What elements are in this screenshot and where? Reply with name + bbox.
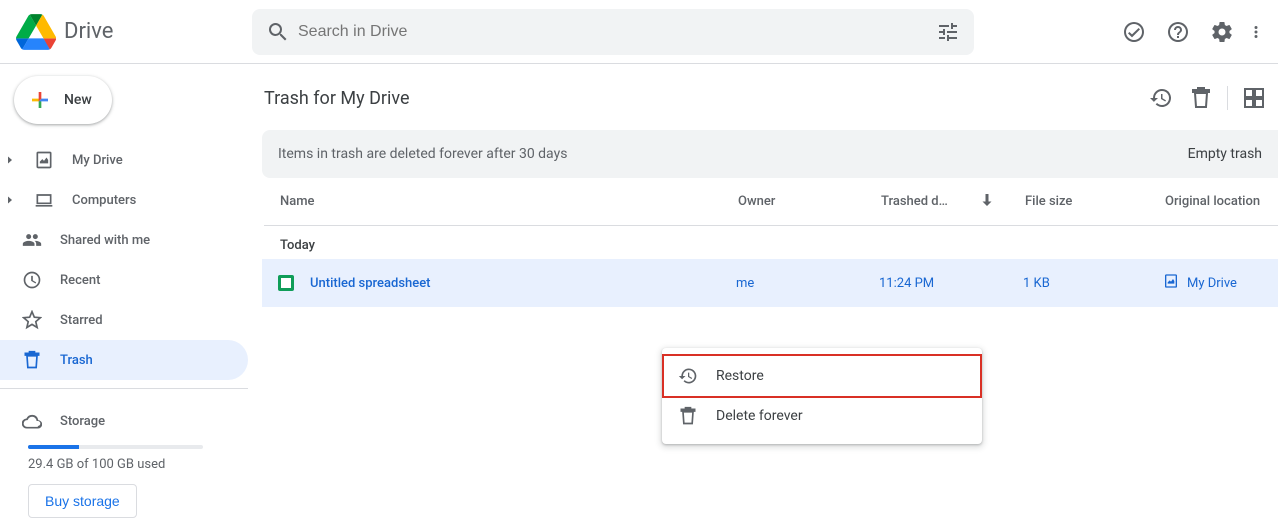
- sidebar-item-shared[interactable]: Shared with me: [0, 220, 248, 260]
- topbar-right: [1114, 12, 1266, 52]
- file-trashed-date: 11:24 PM: [879, 276, 1023, 291]
- computers-icon: [32, 190, 56, 210]
- sidebar-item-label: Trash: [60, 353, 93, 368]
- file-name-cell[interactable]: Untitled spreadsheet: [278, 275, 736, 291]
- trash-icon: [678, 406, 698, 426]
- shared-icon: [20, 230, 44, 250]
- search-input[interactable]: [298, 23, 928, 41]
- my-drive-icon: [32, 150, 56, 170]
- chevron-right-icon[interactable]: [4, 194, 16, 206]
- offline-status-icon[interactable]: [1114, 12, 1154, 52]
- empty-trash-button[interactable]: Empty trash: [1188, 146, 1262, 162]
- col-owner[interactable]: Owner: [738, 194, 881, 209]
- divider: [1227, 86, 1228, 110]
- menu-item-delete-forever[interactable]: Delete forever: [662, 396, 982, 436]
- sheets-icon: [278, 275, 294, 291]
- search-icon[interactable]: [258, 12, 298, 52]
- page-title: Trash for My Drive: [264, 88, 410, 109]
- sidebar-item-label: Computers: [72, 193, 136, 208]
- chevron-right-icon[interactable]: [4, 154, 16, 166]
- search-bar[interactable]: [252, 9, 974, 55]
- row-group-label: Today: [264, 226, 1278, 259]
- top-bar: Drive: [0, 0, 1278, 64]
- file-name: Untitled spreadsheet: [310, 276, 431, 291]
- trash-icon: [20, 350, 44, 370]
- sidebar-item-label: Recent: [60, 273, 100, 288]
- sidebar-item-storage[interactable]: Storage: [0, 401, 248, 441]
- more-vertical-icon[interactable]: [1246, 12, 1266, 52]
- trash-notice: Items in trash are deleted forever after…: [262, 130, 1278, 178]
- restore-icon: [678, 366, 698, 386]
- main-content: Trash for My Drive Items in trash are de…: [256, 64, 1278, 531]
- star-icon: [20, 310, 44, 330]
- file-original-location[interactable]: My Drive: [1163, 273, 1278, 293]
- notice-text: Items in trash are deleted forever after…: [278, 146, 567, 162]
- sidebar-item-recent[interactable]: Recent: [0, 260, 248, 300]
- sidebar-item-label: My Drive: [72, 153, 123, 168]
- sidebar-item-trash[interactable]: Trash: [0, 340, 248, 380]
- storage-usage-text: 29.4 GB of 100 GB used: [28, 457, 248, 472]
- empty-trash-icon[interactable]: [1181, 78, 1221, 118]
- sort-descending-icon[interactable]: [978, 191, 996, 213]
- my-drive-icon: [1163, 273, 1179, 293]
- context-menu: Restore Delete forever: [662, 348, 982, 444]
- grid-view-icon[interactable]: [1234, 78, 1274, 118]
- sidebar-item-label: Starred: [60, 313, 103, 328]
- storage-bar[interactable]: [28, 445, 248, 449]
- col-size[interactable]: File size: [1025, 194, 1165, 209]
- sidebar: New My Drive Computers Shared with me Re…: [0, 64, 256, 531]
- new-button-label: New: [64, 92, 92, 108]
- col-name[interactable]: Name: [280, 194, 738, 209]
- product-name: Drive: [64, 19, 113, 44]
- sidebar-item-my-drive[interactable]: My Drive: [0, 140, 248, 180]
- logo-area[interactable]: Drive: [16, 12, 252, 52]
- sidebar-item-starred[interactable]: Starred: [0, 300, 248, 340]
- new-button[interactable]: New: [14, 76, 112, 124]
- help-icon[interactable]: [1158, 12, 1198, 52]
- table-header: Name Owner Trashed d… File size Original…: [264, 178, 1278, 226]
- sidebar-item-label: Shared with me: [60, 233, 150, 248]
- col-orig[interactable]: Original location: [1165, 194, 1278, 209]
- recent-clock-icon: [20, 270, 44, 290]
- menu-item-restore[interactable]: Restore: [662, 354, 982, 398]
- sidebar-item-label: Storage: [60, 414, 105, 429]
- col-trashed[interactable]: Trashed d…: [881, 191, 1025, 213]
- search-options-icon[interactable]: [928, 12, 968, 52]
- file-owner: me: [736, 276, 879, 291]
- restore-history-icon[interactable]: [1141, 78, 1181, 118]
- divider: [0, 388, 248, 389]
- cloud-icon: [20, 411, 44, 431]
- title-actions: [1141, 78, 1278, 118]
- buy-storage-button[interactable]: Buy storage: [28, 484, 137, 518]
- settings-gear-icon[interactable]: [1202, 12, 1242, 52]
- plus-icon: [28, 88, 52, 112]
- sidebar-item-computers[interactable]: Computers: [0, 180, 248, 220]
- menu-item-label: Restore: [716, 368, 764, 384]
- file-row[interactable]: Untitled spreadsheet me 11:24 PM 1 KB My…: [262, 259, 1278, 307]
- menu-item-label: Delete forever: [716, 408, 803, 424]
- file-size: 1 KB: [1023, 276, 1163, 291]
- title-row: Trash for My Drive: [264, 78, 1278, 130]
- drive-logo-icon: [16, 12, 56, 52]
